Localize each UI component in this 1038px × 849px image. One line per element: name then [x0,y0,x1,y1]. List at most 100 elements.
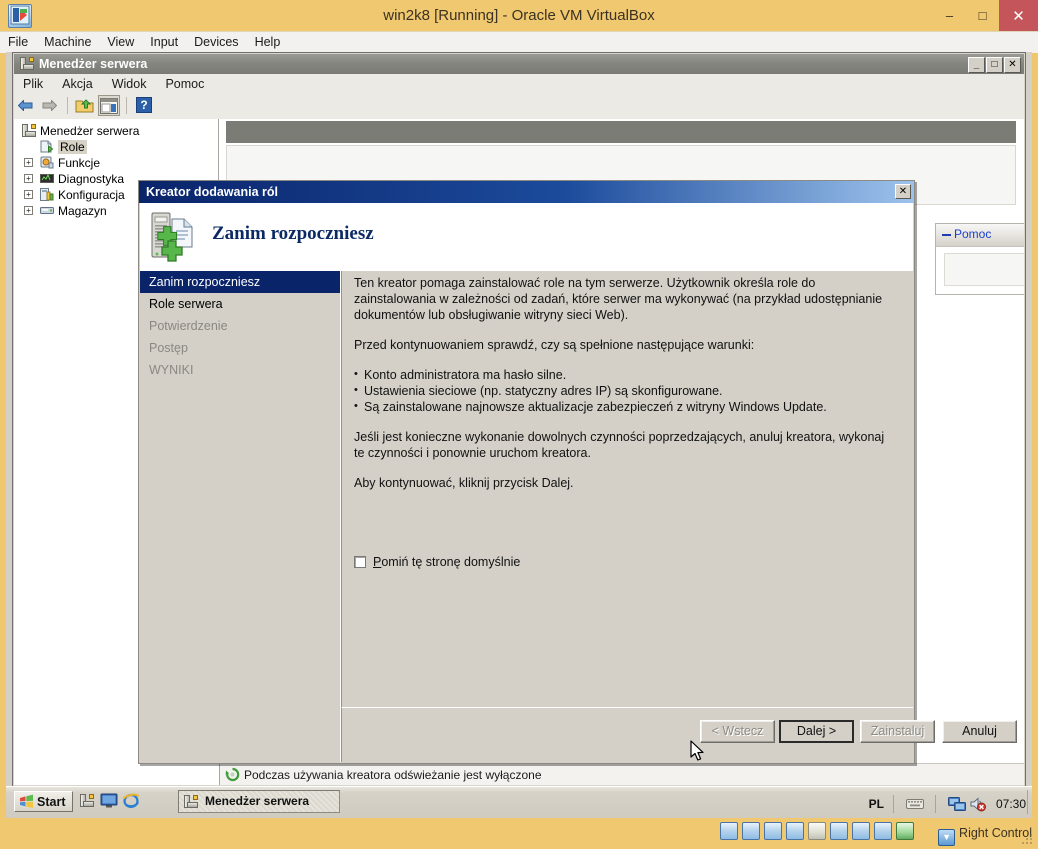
start-button[interactable]: Start [14,791,74,812]
server-manager-quicklaunch-icon[interactable] [78,792,96,810]
folder-up-icon[interactable] [74,95,96,116]
show-desktop-icon[interactable] [100,792,118,810]
statusbar-message: Podczas używania kreatora odświeżanie je… [220,763,1024,785]
shared-folders-icon[interactable] [808,822,826,840]
toolbar-separator [67,97,68,114]
wizard-content: Ten kreator pomaga zainstalować role na … [341,271,913,707]
cancel-button[interactable]: Anuluj [942,720,1017,743]
add-roles-wizard-dialog: Kreator dodawania ról ✕ Zanim rozpocznie… [138,180,1017,764]
wizard-step-potwierdzenie: Potwierdzenie [140,315,340,337]
arrow-right-glyph [42,100,57,111]
remote-desktop-icon[interactable] [852,822,870,840]
sm-maximize-button[interactable]: □ [986,57,1003,73]
next-button[interactable]: Dalej > [779,720,854,743]
close-icon: ✕ [1008,59,1017,70]
sm-minimize-button[interactable]: _ [968,57,985,73]
step-label: Postęp [149,341,188,355]
network-icon[interactable] [948,796,966,812]
step-label: Zanim rozpoczniesz [149,275,261,289]
maximize-icon: □ [991,59,998,70]
taskbar-item-server-manager[interactable]: Menedżer serwera [178,790,340,813]
wizard-body-text: Ten kreator pomaga zainstalować role na … [354,275,897,505]
sm-menu-widok[interactable]: Widok [103,74,157,93]
display-icon[interactable] [830,822,848,840]
sidebar-item-role[interactable]: Role [14,139,218,155]
optical-disk-icon[interactable] [742,822,760,840]
add-roles-server-icon [150,211,206,265]
network-icon[interactable] [764,822,782,840]
volume-muted-icon[interactable] [970,796,986,812]
video-capture-icon[interactable] [874,822,892,840]
wizard-paragraph-2: Przed kontynuowaniem sprawdź, czy są spe… [354,338,755,352]
wizard-step-nav: Zanim rozpoczniesz Role serwera Potwierd… [140,271,341,762]
wizard-step-wyniki: WYNIKI [140,359,340,381]
menu-input[interactable]: Input [142,32,186,51]
keyboard-glyph [906,799,924,809]
language-indicator[interactable]: PL [869,797,884,811]
diagnostics-icon [40,172,54,185]
sm-menu-plik[interactable]: Plik [14,74,53,93]
wizard-step-role-serwera[interactable]: Role serwera [140,293,340,315]
hard-disk-icon[interactable] [720,822,738,840]
minimize-icon: _ [973,59,980,70]
menu-view[interactable]: View [99,32,142,51]
menu-machine[interactable]: Machine [36,32,99,51]
quick-launch-bar [78,792,144,812]
system-tray: PL 07:30 [869,790,1028,814]
internet-explorer-glyph [122,793,140,809]
storage-glyph [40,207,54,214]
help-panel-label: Pomoc [954,227,992,241]
keyboard-icon[interactable] [906,796,924,811]
roles-icon [40,140,54,153]
wizard-paragraph-3: Jeśli jest konieczne wykonanie dowolnych… [354,430,885,460]
expander-icon[interactable]: + [24,158,33,167]
tree-label: Konfiguracja [58,188,125,202]
internet-explorer-icon[interactable] [122,792,140,810]
minimize-icon: – [945,8,954,23]
help-panel: Pomoc [935,223,1024,295]
wizard-footer: < Wstecz Dalej > Zainstaluj Anuluj [341,707,1017,762]
menu-file[interactable]: File [0,32,36,51]
arrow-right-icon[interactable] [39,95,61,116]
add-roles-server-glyph [151,212,193,262]
help-panel-header[interactable]: Pomoc [936,224,1024,247]
console-tree-icon[interactable] [98,95,120,116]
tree-item-server-manager[interactable]: Menedżer serwera [14,123,218,139]
features-glyph [40,156,54,169]
clock[interactable]: 07:30 [996,797,1026,811]
expander-icon[interactable]: + [24,174,33,183]
mouse-integration-icon[interactable] [896,822,914,840]
virtualbox-maximize-button[interactable]: □ [966,0,999,31]
question-mark-icon[interactable]: ? [133,95,155,116]
wizard-step-zanim-rozpoczniesz[interactable]: Zanim rozpoczniesz [140,271,340,293]
sm-menu-akcja[interactable]: Akcja [53,74,103,93]
start-button-label: Start [37,795,66,809]
server-manager-icon [20,56,34,70]
skip-page-checkbox[interactable] [354,556,366,568]
menu-devices[interactable]: Devices [186,32,246,51]
help-glyph: ? [136,97,152,113]
tray-divider [893,795,894,813]
install-button-label: Zainstaluj [870,724,925,738]
tree-label: Role [58,140,87,154]
wizard-close-button[interactable]: ✕ [895,184,911,199]
sm-menu-pomoc[interactable]: Pomoc [156,74,214,93]
server-manager-icon [184,795,198,808]
wizard-step-postep: Postęp [140,337,340,359]
expander-icon[interactable]: + [24,190,33,199]
windows-flag-glyph [20,794,33,808]
skip-page-checkbox-row[interactable]: Pomiń tę stronę domyślnie [354,555,520,569]
virtualbox-statusbar: ▼ Right Control [0,818,1038,849]
usb-icon[interactable] [786,822,804,840]
resize-grip-icon[interactable] [1022,834,1034,846]
tree-label: Magazyn [58,204,107,218]
wizard-page-title: Zanim rozpoczniesz [212,223,374,244]
sidebar-item-funkcje[interactable]: + Funkcje [14,155,218,171]
step-label: Potwierdzenie [149,319,228,333]
menu-help[interactable]: Help [247,32,289,51]
virtualbox-minimize-button[interactable]: – [933,0,966,31]
expander-icon[interactable]: + [24,206,33,215]
sm-close-button[interactable]: ✕ [1004,57,1021,73]
virtualbox-close-button[interactable]: ✕ [999,0,1038,31]
arrow-left-icon[interactable] [15,95,37,116]
